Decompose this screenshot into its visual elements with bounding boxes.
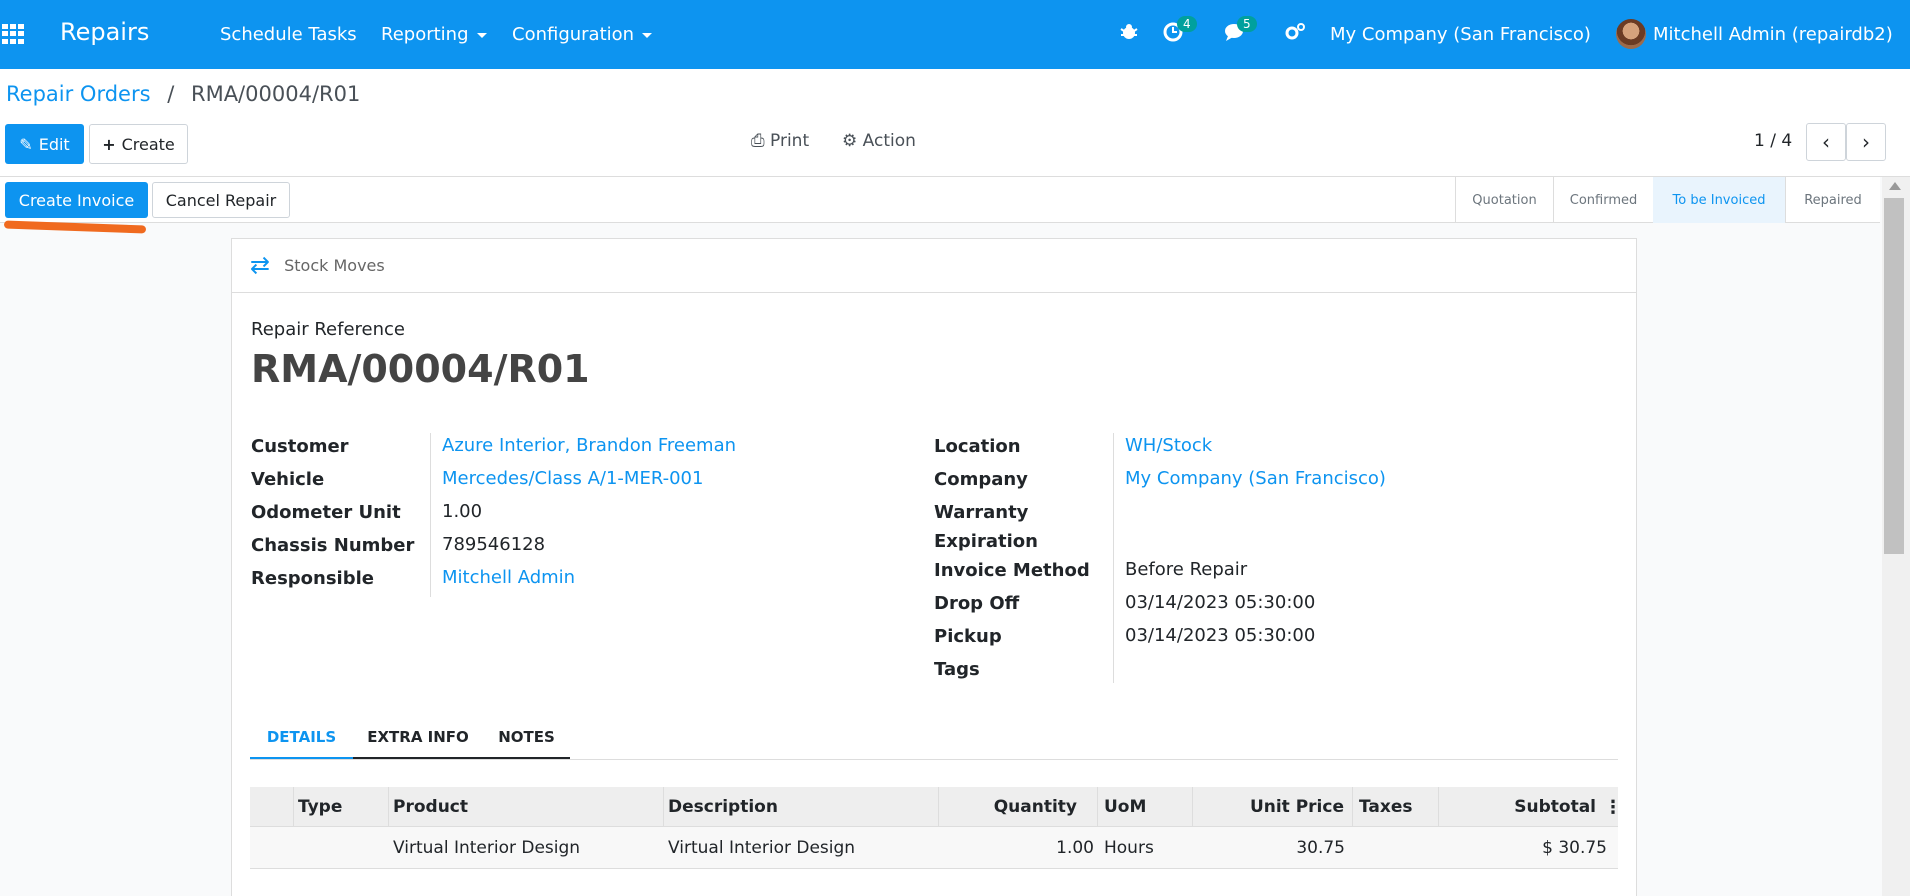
company-switcher[interactable]: My Company (San Francisco) bbox=[1330, 24, 1591, 45]
tab-extra-info[interactable]: EXTRA INFO bbox=[353, 717, 483, 759]
pickup-value: 03/14/2023 05:30:00 bbox=[1125, 625, 1316, 646]
pencil-icon: ✎ bbox=[19, 134, 33, 154]
apps-grid-icon[interactable] bbox=[2, 24, 26, 44]
breadcrumb-separator: / bbox=[167, 82, 175, 106]
warranty-label-line2: Expiration bbox=[934, 531, 1038, 552]
row-subtotal: $ 30.75 bbox=[1542, 838, 1607, 858]
chassis-value: 789546128 bbox=[442, 534, 546, 555]
header-type[interactable]: Type bbox=[294, 787, 389, 827]
header-taxes[interactable]: Taxes bbox=[1353, 787, 1439, 827]
header-quantity[interactable]: Quantity bbox=[939, 787, 1098, 827]
menu-schedule-tasks[interactable]: Schedule Tasks bbox=[220, 24, 357, 45]
invoice-method-value: Before Repair bbox=[1125, 559, 1248, 580]
reference-label: Repair Reference bbox=[251, 319, 405, 340]
customer-link[interactable]: Azure Interior, Brandon Freeman bbox=[442, 435, 736, 456]
header-subtotal[interactable]: Subtotal bbox=[1439, 787, 1604, 827]
activity-clock-icon[interactable]: 4 bbox=[1163, 16, 1197, 47]
gear-icon: ⚙ bbox=[842, 131, 858, 151]
row-product: Virtual Interior Design bbox=[393, 838, 581, 858]
tags-label: Tags bbox=[934, 659, 980, 680]
operations-table: Type Product Description Quantity UoM Un… bbox=[250, 787, 1622, 896]
row-uom: Hours bbox=[1104, 838, 1154, 858]
exchange-arrows-icon: ⇄ bbox=[250, 251, 271, 279]
action-button[interactable]: ⚙ Action bbox=[842, 131, 916, 151]
breadcrumb-repair-orders[interactable]: Repair Orders bbox=[6, 82, 151, 106]
chevron-right-icon: › bbox=[1862, 130, 1870, 154]
drop-off-value: 03/14/2023 05:30:00 bbox=[1125, 592, 1316, 613]
stage-repaired[interactable]: Repaired bbox=[1785, 177, 1880, 223]
status-bar: Create Invoice Cancel Repair Quotation C… bbox=[0, 177, 1880, 223]
chevron-down-icon bbox=[642, 32, 653, 38]
notebook-tabs: DETAILS EXTRA INFO NOTES bbox=[250, 717, 1618, 760]
avatar[interactable] bbox=[1616, 19, 1646, 49]
menu-configuration[interactable]: Configuration bbox=[512, 24, 653, 45]
row-type bbox=[298, 827, 388, 869]
form-sheet: ⇄ Stock Moves Repair Reference RMA/00004… bbox=[231, 238, 1637, 896]
chevron-left-icon: ‹ bbox=[1822, 130, 1830, 154]
page-title: RMA/00004/R01 bbox=[251, 347, 590, 391]
table-row[interactable]: Virtual Interior Design Virtual Interior… bbox=[250, 827, 1618, 869]
pager-next-button[interactable]: › bbox=[1846, 123, 1886, 161]
settings-cogs-icon[interactable] bbox=[1284, 22, 1306, 47]
header-handle bbox=[250, 787, 294, 827]
table-header: Type Product Description Quantity UoM Un… bbox=[250, 787, 1622, 827]
stage-quotation[interactable]: Quotation bbox=[1455, 177, 1553, 223]
message-count-badge: 5 bbox=[1237, 16, 1257, 32]
company-link[interactable]: My Company (San Francisco) bbox=[1125, 468, 1386, 489]
row-unit-price: 30.75 bbox=[1296, 838, 1345, 858]
breadcrumb-current: RMA/00004/R01 bbox=[190, 82, 361, 106]
chassis-label: Chassis Number bbox=[251, 535, 415, 556]
plus-icon: + bbox=[102, 134, 116, 154]
control-panel: Repair Orders / RMA/00004/R01 ✎ Edit + Cre… bbox=[0, 69, 1910, 177]
row-description: Virtual Interior Design bbox=[668, 838, 856, 858]
breadcrumb: Repair Orders / RMA/00004/R01 bbox=[6, 82, 360, 106]
drop-off-label: Drop Off bbox=[934, 593, 1020, 614]
row-taxes bbox=[1359, 827, 1439, 869]
location-link[interactable]: WH/Stock bbox=[1125, 435, 1212, 456]
header-unit-price[interactable]: Unit Price bbox=[1193, 787, 1353, 827]
menu-reporting[interactable]: Reporting bbox=[381, 24, 487, 45]
row-quantity: 1.00 bbox=[1056, 838, 1094, 858]
printer-icon: ⎙ bbox=[751, 131, 765, 151]
responsible-label: Responsible bbox=[251, 568, 374, 589]
pager-value[interactable]: 1 / 4 bbox=[1754, 131, 1792, 151]
activity-count-badge: 4 bbox=[1177, 16, 1197, 32]
scrollbar[interactable] bbox=[1882, 177, 1910, 896]
invoice-method-label: Invoice Method bbox=[934, 560, 1090, 581]
header-uom[interactable]: UoM bbox=[1098, 787, 1193, 827]
column-options-icon[interactable]: ⋮ bbox=[1604, 787, 1622, 827]
stock-moves-button[interactable]: ⇄ Stock Moves bbox=[250, 253, 385, 277]
vehicle-link[interactable]: Mercedes/Class A/1-MER-001 bbox=[442, 468, 703, 489]
stage-to-be-invoiced[interactable]: To be Invoiced bbox=[1653, 177, 1785, 223]
user-menu[interactable]: Mitchell Admin (repairdb2) bbox=[1653, 24, 1893, 45]
customer-label: Customer bbox=[251, 436, 349, 457]
pickup-label: Pickup bbox=[934, 626, 1002, 647]
tab-notes[interactable]: NOTES bbox=[483, 717, 570, 759]
odometer-value: 1.00 bbox=[442, 501, 483, 522]
create-invoice-button[interactable]: Create Invoice bbox=[5, 182, 148, 218]
header-description[interactable]: Description bbox=[664, 787, 939, 827]
pager-previous-button[interactable]: ‹ bbox=[1806, 123, 1846, 161]
tab-details[interactable]: DETAILS bbox=[250, 717, 353, 759]
stage-confirmed[interactable]: Confirmed bbox=[1553, 177, 1653, 223]
odometer-label: Odometer Unit bbox=[251, 502, 401, 523]
edit-button[interactable]: ✎ Edit bbox=[5, 124, 84, 164]
scroll-thumb[interactable] bbox=[1884, 198, 1904, 554]
chevron-down-icon bbox=[476, 32, 487, 38]
vehicle-label: Vehicle bbox=[251, 469, 325, 490]
location-label: Location bbox=[934, 436, 1021, 457]
create-button[interactable]: + Create bbox=[89, 124, 188, 164]
cancel-repair-button[interactable]: Cancel Repair bbox=[152, 182, 290, 218]
company-label: Company bbox=[934, 469, 1028, 490]
scroll-up-arrow-icon[interactable] bbox=[1889, 182, 1901, 190]
button-box: ⇄ Stock Moves bbox=[232, 239, 1636, 293]
header-product[interactable]: Product bbox=[389, 787, 664, 827]
app-title[interactable]: Repairs bbox=[60, 18, 149, 46]
responsible-link[interactable]: Mitchell Admin bbox=[442, 567, 575, 588]
top-navbar: Repairs Schedule Tasks Reporting Configu… bbox=[0, 0, 1910, 69]
bug-icon[interactable] bbox=[1120, 22, 1138, 47]
warranty-label-line1: Warranty bbox=[934, 502, 1029, 523]
messages-icon[interactable]: 5 bbox=[1223, 16, 1257, 47]
print-button[interactable]: ⎙ Print bbox=[751, 131, 809, 151]
